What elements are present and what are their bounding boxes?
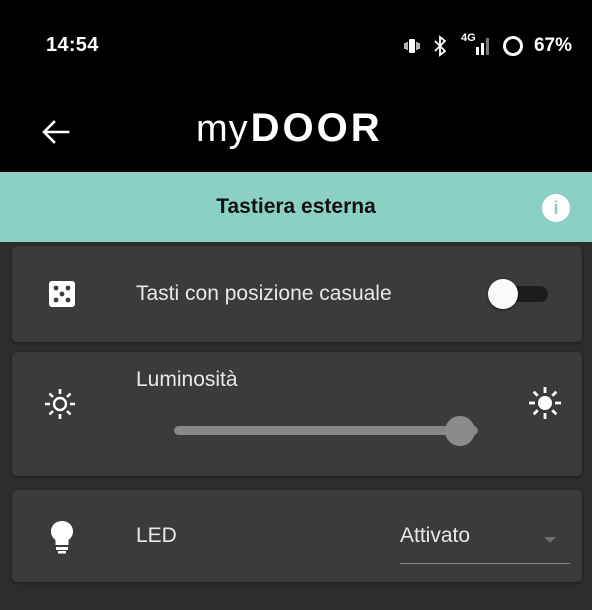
status-time: 14:54: [46, 34, 99, 56]
app-bar: my DOOR: [0, 92, 592, 172]
random-keys-label: Tasti con posizione casuale: [136, 282, 392, 305]
brightness-card: Luminosità: [12, 352, 582, 476]
led-dropdown[interactable]: Attivato: [400, 512, 570, 564]
led-card: LED Attivato: [12, 490, 582, 582]
info-icon[interactable]: i: [542, 194, 570, 222]
signal-icon: 4G: [458, 32, 492, 57]
back-arrow-icon[interactable]: [38, 114, 74, 150]
brightness-high-icon: [526, 384, 564, 427]
dice-icon: [48, 280, 76, 313]
brightness-slider[interactable]: [174, 416, 478, 446]
slider-rail: [174, 426, 478, 435]
led-label: LED: [136, 524, 177, 547]
lightbulb-icon: [50, 520, 74, 559]
status-icons: 4G 67%: [402, 32, 572, 58]
app-logo: my DOOR: [196, 106, 383, 158]
section-header: Tastiera esterna i: [0, 172, 592, 242]
network-type: 4G: [460, 32, 476, 44]
battery-icon: [502, 35, 524, 57]
chevron-down-icon: [544, 537, 556, 543]
random-keys-card: Tasti con posizione casuale: [12, 246, 582, 342]
logo-prefix: my: [196, 108, 249, 150]
section-title: Tastiera esterna: [216, 195, 376, 218]
logo-main: DOOR: [250, 106, 383, 150]
status-bar: 14:54 4G 67%: [0, 0, 592, 92]
brightness-label: Luminosità: [136, 368, 238, 391]
random-keys-toggle[interactable]: [488, 279, 550, 309]
vibrate-icon: [402, 36, 422, 56]
slider-knob[interactable]: [444, 416, 475, 446]
battery-percent: 67%: [533, 35, 572, 56]
bluetooth-icon: [432, 35, 448, 57]
toggle-thumb: [488, 279, 518, 309]
brightness-low-icon: [42, 386, 78, 427]
led-value: Attivato: [400, 524, 471, 547]
